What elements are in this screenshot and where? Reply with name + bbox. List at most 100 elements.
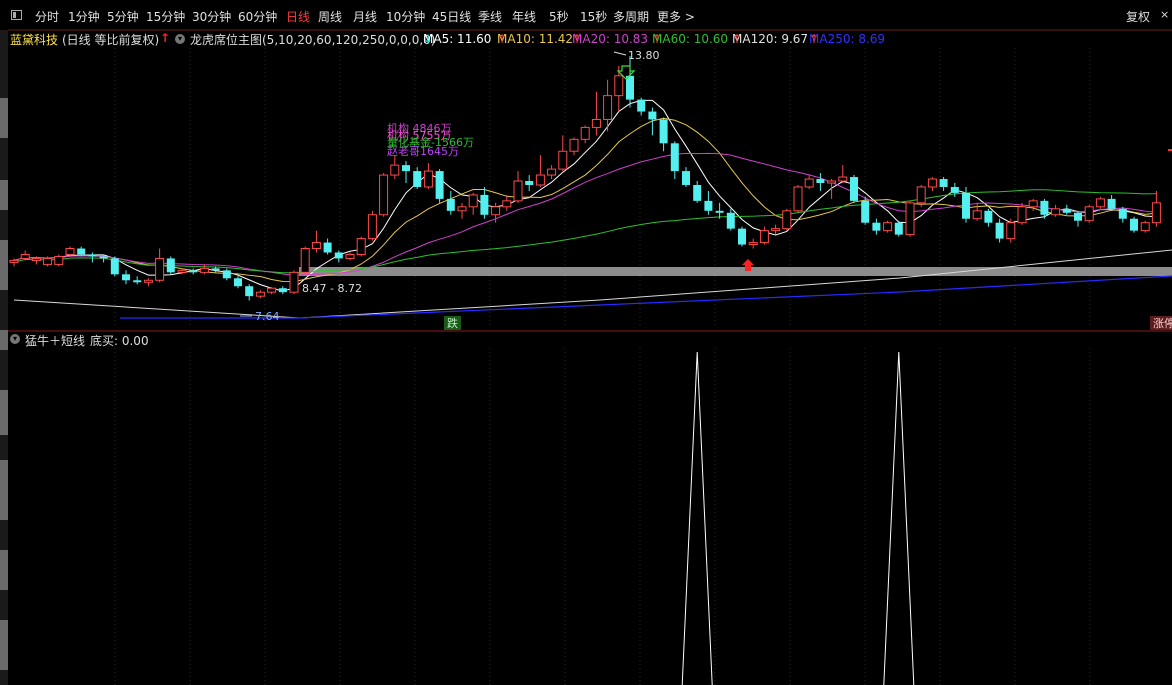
candle-body (648, 111, 657, 120)
candle-body (894, 222, 903, 235)
candle (502, 194, 512, 211)
candle-body (1074, 212, 1082, 221)
candle-body (234, 278, 242, 287)
candle-body (916, 186, 926, 204)
candle (525, 175, 534, 191)
candle-body (1017, 206, 1027, 224)
range-label: 8.47 - 8.72 (302, 282, 362, 295)
candle-body (816, 179, 825, 183)
seat-label-3: 赵老哥1645万 (387, 144, 459, 158)
candle (457, 202, 467, 219)
candle (872, 218, 881, 235)
candle-body (558, 150, 568, 170)
candle (513, 171, 523, 203)
candle-body (569, 138, 579, 152)
candle-body (31, 257, 41, 261)
candle-body (693, 184, 702, 201)
candle-body (88, 254, 97, 257)
candle-body (883, 222, 893, 232)
candle (972, 202, 982, 221)
candle-body (278, 288, 287, 293)
candle (838, 165, 848, 183)
candle-body (1040, 200, 1049, 215)
candle (435, 169, 444, 203)
candle (759, 226, 769, 245)
candle-body (738, 228, 746, 245)
candle-body (1107, 198, 1116, 209)
candle-body (659, 119, 668, 144)
candle-body (1095, 198, 1105, 208)
candle (155, 248, 165, 283)
low-price-label: 7.64 (255, 310, 280, 323)
candle (402, 161, 410, 183)
ma60-line (13, 189, 1157, 274)
candle (614, 65, 624, 112)
candle (861, 196, 870, 225)
candle (995, 218, 1004, 243)
candle-body (289, 271, 299, 293)
candle (927, 177, 937, 191)
candle-body (1084, 206, 1094, 222)
candle (558, 135, 568, 172)
candle-body (311, 242, 321, 250)
candle (334, 250, 343, 263)
candle (1140, 220, 1150, 233)
candle (311, 230, 321, 253)
signal-spike-1 (883, 351, 915, 685)
candle-body (502, 200, 512, 208)
candle (65, 246, 75, 257)
candle (704, 190, 713, 215)
candle-body (614, 75, 624, 97)
candle (110, 256, 119, 277)
candle (480, 186, 489, 219)
candle-body (177, 269, 187, 273)
candle-body (580, 126, 590, 140)
candle (379, 173, 389, 217)
candle-body (468, 194, 478, 208)
candle-body (480, 194, 489, 215)
candle (850, 175, 858, 203)
candle-body (804, 178, 814, 188)
candle (682, 167, 690, 187)
price-chart[interactable]: 13.807.648.47 - 8.72机构 4846万机构 5755万量化基金… (0, 0, 1172, 685)
candle (20, 250, 30, 261)
candle (984, 208, 993, 227)
candle (894, 220, 903, 237)
candle (1006, 218, 1016, 243)
candle (1062, 204, 1071, 215)
candle-body (984, 210, 993, 223)
candle-body (748, 242, 758, 246)
candle-body (122, 274, 130, 281)
candle-body (782, 210, 792, 230)
candle-body (323, 242, 332, 253)
high-pointer (613, 51, 627, 56)
candle-body (356, 238, 366, 255)
candle-body (255, 291, 265, 297)
candle (793, 184, 803, 213)
candle (591, 91, 601, 136)
candle (580, 125, 590, 144)
candle (300, 246, 310, 275)
candle (1074, 210, 1082, 227)
candle-body (54, 255, 64, 265)
candle-body (155, 257, 165, 281)
candle-body (603, 95, 613, 120)
candle (883, 220, 893, 233)
candle-body (950, 186, 959, 193)
candle-body (133, 280, 142, 283)
candle-body (166, 258, 175, 273)
candle-body (1130, 218, 1138, 231)
candle (782, 208, 792, 231)
candle-body (345, 253, 355, 259)
signal-spike-0 (681, 351, 713, 685)
candle-body (670, 143, 679, 172)
candle (278, 286, 287, 295)
limit-badge-text: 涨停 (1153, 316, 1172, 330)
candle (804, 175, 814, 189)
candle (468, 192, 478, 215)
sub-indicator-name[interactable]: 猛牛＋短线 (25, 332, 85, 349)
candle-body (199, 267, 209, 273)
candle-body (402, 165, 410, 172)
candle-body (267, 287, 277, 293)
candle-body (1062, 208, 1071, 213)
